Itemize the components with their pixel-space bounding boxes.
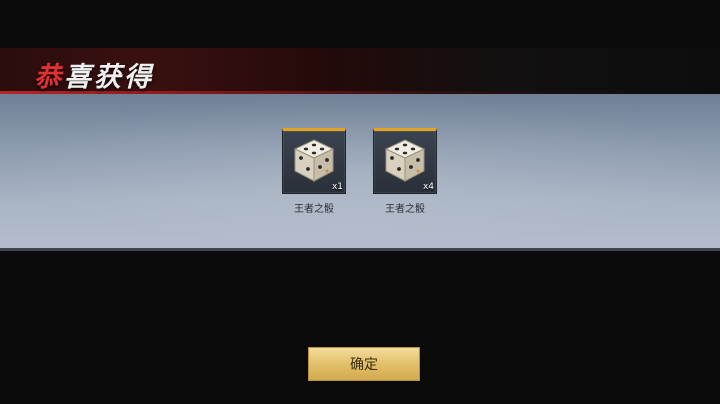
- reward-quantity: x4: [422, 182, 434, 192]
- reward-quantity: x1: [331, 182, 343, 192]
- title-first-char: 恭: [34, 62, 64, 93]
- reward-icon-box[interactable]: x4: [373, 128, 437, 194]
- title-rest: 喜获得: [64, 62, 154, 93]
- panel-divider: [0, 248, 720, 251]
- dice-icon: [384, 139, 426, 182]
- confirm-button[interactable]: 确定: [308, 347, 420, 381]
- title-text: 恭喜获得: [34, 55, 154, 95]
- reward-name: 王者之骰: [385, 204, 425, 215]
- reward-icon-box[interactable]: x1: [282, 128, 346, 194]
- reward-item[interactable]: x4 王者之骰: [372, 128, 438, 215]
- dice-icon: [293, 139, 335, 182]
- reward-item[interactable]: x1 王者之骰: [281, 128, 347, 215]
- reward-panel: [0, 94, 720, 248]
- reward-name: 王者之骰: [294, 204, 334, 215]
